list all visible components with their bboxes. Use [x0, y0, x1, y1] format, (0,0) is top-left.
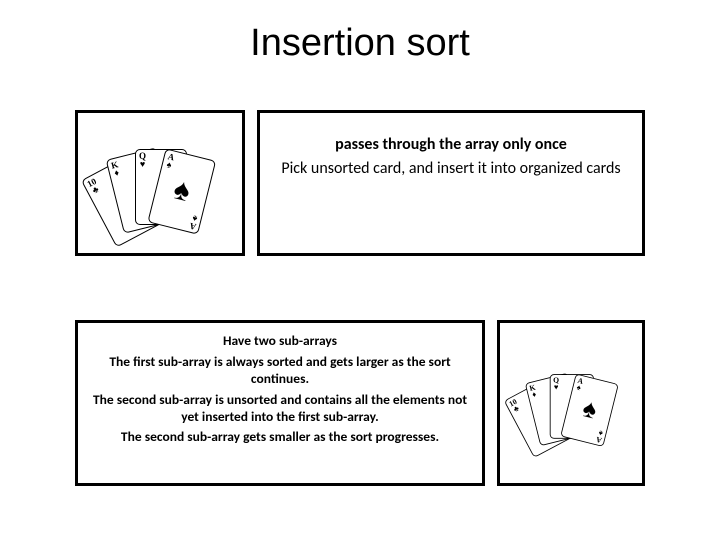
description-box-1: passes through the array only once Pick …	[257, 110, 645, 256]
card-illustration-box-2: 10♣ 10♣ K♦ K♦ Q♥ Q♥ A♠ ♠ A♠	[497, 320, 645, 486]
description-box-2: Have two sub-arrays The first sub-array …	[75, 320, 485, 486]
subarrays-heading: Have two sub-arrays	[92, 333, 468, 350]
row-top: 10♣ 10♣ K♦ K♦ Q♥ Q♥ A♠ ♠ A♠ passes throu…	[75, 110, 645, 256]
second-subarray-text: The second sub-array is unsorted and con…	[92, 392, 468, 426]
page-title: Insertion sort	[0, 0, 720, 65]
pick-insert-text: Pick unsorted card, and insert it into o…	[278, 160, 624, 178]
pass-once-text: passes through the array only once	[278, 135, 624, 154]
card-fan-icon: 10♣ 10♣ K♦ K♦ Q♥ Q♥ A♠ ♠ A♠	[95, 123, 225, 243]
second-subarray-shrink-text: The second sub-array gets smaller as the…	[92, 429, 468, 446]
card-fan-icon: 10♣ 10♣ K♦ K♦ Q♥ Q♥ A♠ ♠ A♠	[516, 352, 627, 454]
row-bottom: Have two sub-arrays The first sub-array …	[75, 320, 645, 486]
card-illustration-box-1: 10♣ 10♣ K♦ K♦ Q♥ Q♥ A♠ ♠ A♠	[75, 110, 245, 256]
first-subarray-text: The first sub-array is always sorted and…	[92, 354, 468, 388]
